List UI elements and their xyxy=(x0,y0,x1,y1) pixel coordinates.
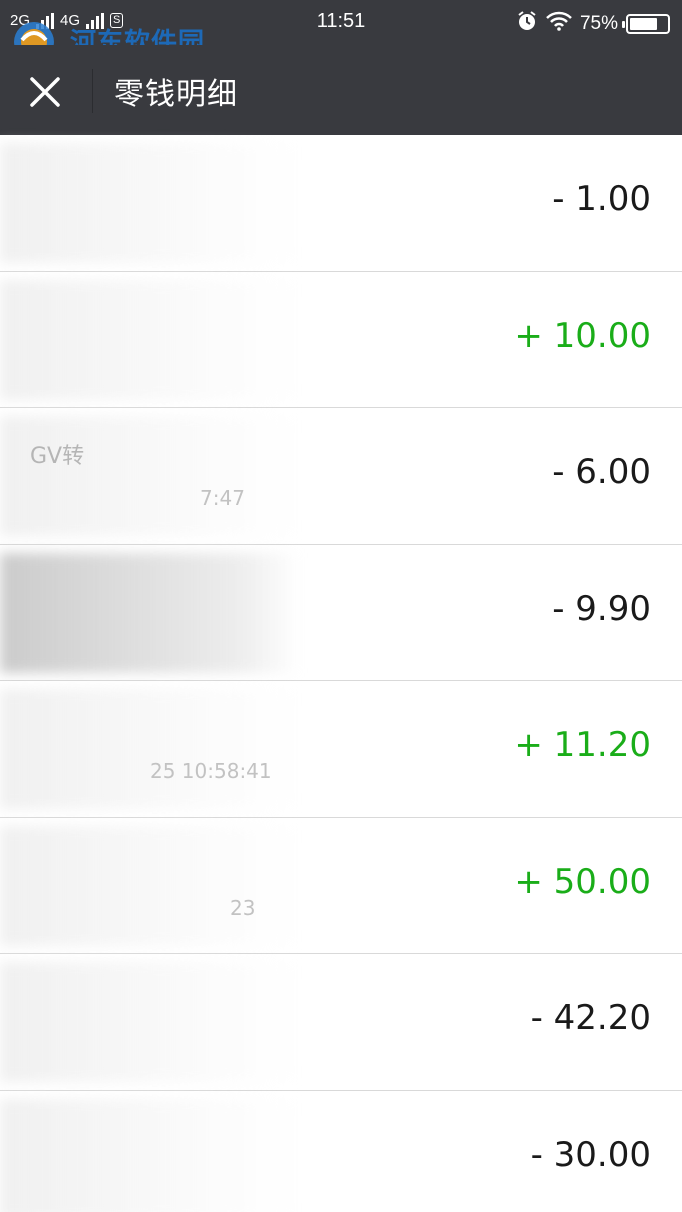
wifi-icon xyxy=(546,11,572,37)
list-item[interactable]: - 1.00 xyxy=(0,135,682,272)
transaction-time: 7:47 xyxy=(200,486,245,510)
redacted-area xyxy=(0,689,300,809)
redacted-area xyxy=(0,416,300,536)
transaction-amount: - 30.00 xyxy=(530,1134,651,1175)
alarm-icon xyxy=(516,10,538,38)
close-icon xyxy=(30,77,60,107)
transaction-title: GV转 xyxy=(30,444,85,469)
list-item[interactable]: - 9.90 xyxy=(0,544,682,681)
transaction-amount: + 50.00 xyxy=(514,861,651,902)
redacted-area xyxy=(0,552,300,673)
transaction-amount: - 6.00 xyxy=(552,452,651,492)
redacted-area xyxy=(0,279,300,400)
transaction-amount: + 11.20 xyxy=(514,725,651,765)
list-item[interactable]: 25 10:58:41 + 11.20 xyxy=(0,681,682,818)
battery-percent: 75% xyxy=(579,13,618,34)
status-bar: 2G 4G S 11:51 75% xyxy=(0,0,682,45)
transaction-amount: + 10.00 xyxy=(514,315,651,356)
redacted-area xyxy=(0,1098,300,1212)
title-divider xyxy=(92,69,93,113)
list-item[interactable]: GV转 7:47 - 6.00 xyxy=(0,408,682,545)
status-right: 75% xyxy=(516,10,670,38)
transaction-time: 25 10:58:41 xyxy=(150,759,272,783)
transaction-time: 23 xyxy=(230,895,256,920)
transaction-list: - 1.00 + 10.00 GV转 7:47 - 6.00 - 9.90 25… xyxy=(0,135,682,1212)
transaction-amount: - 1.00 xyxy=(552,179,651,219)
list-item[interactable]: + 10.00 xyxy=(0,271,682,408)
list-item[interactable]: - 42.20 xyxy=(0,954,682,1091)
close-button[interactable] xyxy=(24,71,66,113)
transaction-amount: - 9.90 xyxy=(552,588,651,629)
list-item[interactable]: 23 + 50.00 xyxy=(0,817,682,954)
redacted-area xyxy=(0,825,300,946)
transaction-amount: - 42.20 xyxy=(530,998,651,1038)
list-item[interactable]: - 30.00 xyxy=(0,1090,682,1212)
redacted-area xyxy=(0,143,300,263)
redacted-area xyxy=(0,962,300,1082)
page-title: 零钱明细 xyxy=(114,77,238,112)
battery-icon xyxy=(622,14,670,34)
title-bar: 零钱明细 xyxy=(0,45,682,135)
